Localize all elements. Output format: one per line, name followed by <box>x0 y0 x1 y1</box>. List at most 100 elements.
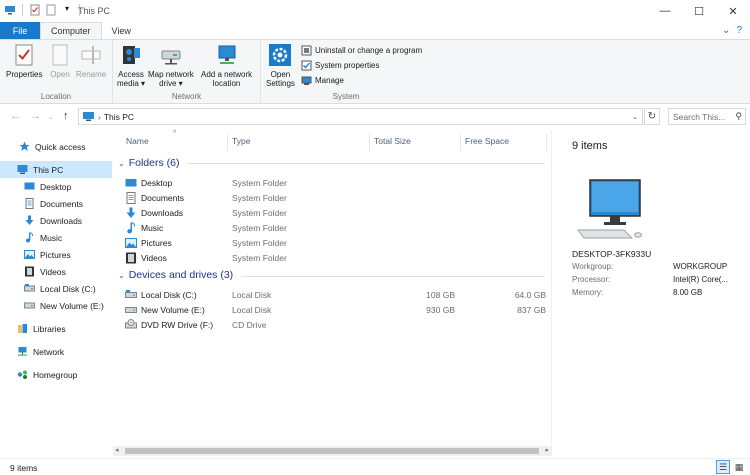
drive-icon <box>125 306 137 313</box>
computer-icon[interactable] <box>4 4 16 16</box>
nav-item-music[interactable]: Music <box>0 229 112 246</box>
chevron-down-icon[interactable]: ⌄ <box>722 25 730 36</box>
properties-button[interactable]: Properties <box>6 43 42 79</box>
nav-item-this-pc[interactable]: This PC <box>0 161 112 178</box>
list-item[interactable]: Documents System Folder <box>125 190 545 205</box>
manage-button[interactable]: Manage <box>301 75 344 86</box>
chevron-down-icon[interactable]: ⌄ <box>628 109 642 124</box>
open-button[interactable]: Open <box>48 43 72 79</box>
list-item[interactable]: Local Disk (C:) Local Disk 108 GB 64.0 G… <box>125 287 546 302</box>
column-divider[interactable] <box>460 134 461 151</box>
item-type: Local Disk <box>232 304 272 315</box>
open-settings-button[interactable]: Open Settings <box>266 43 295 88</box>
nav-item-pictures[interactable]: Pictures <box>0 246 112 263</box>
tab-file[interactable]: File <box>0 22 40 39</box>
nav-item-label: Downloads <box>40 215 83 226</box>
rename-label: Rename <box>76 70 107 79</box>
large-icons-view-icon[interactable]: ▦ <box>732 460 746 474</box>
forward-arrow-icon[interactable]: → <box>30 110 41 122</box>
list-item[interactable]: Desktop System Folder <box>125 175 545 190</box>
nav-item-libraries[interactable]: Libraries <box>0 320 112 337</box>
chevron-down-icon: ⌄ <box>118 158 125 168</box>
nav-item-videos[interactable]: Videos <box>0 263 112 280</box>
open-icon <box>52 44 68 66</box>
nav-item-label: Network <box>33 346 65 357</box>
maximize-button[interactable]: ☐ <box>682 0 716 22</box>
column-divider[interactable] <box>369 134 370 151</box>
minimize-button[interactable]: — <box>648 0 682 22</box>
title-bar: ▾ This PC — ☐ ✕ <box>0 0 750 22</box>
system-properties-button[interactable]: System properties <box>301 60 379 71</box>
refresh-button[interactable]: ↻ <box>644 108 660 125</box>
back-arrow-icon[interactable]: ← <box>10 110 21 122</box>
up-arrow-icon[interactable]: ↑ <box>63 110 69 122</box>
nav-item-label: Documents <box>40 198 83 209</box>
uninstall-program-button[interactable]: Uninstall or change a program <box>301 45 422 56</box>
column-header-name[interactable]: Name <box>126 136 149 146</box>
access-media-button[interactable]: Access media ▾ <box>117 43 145 88</box>
column-header-free-space[interactable]: Free Space <box>465 136 509 146</box>
customize-toolbar-icon[interactable]: ▾ <box>61 4 73 16</box>
help-icon[interactable]: ? <box>736 25 742 36</box>
pictures-icon <box>125 237 137 248</box>
list-item[interactable]: Downloads System Folder <box>125 205 545 220</box>
list-item[interactable]: Videos System Folder <box>125 250 545 265</box>
scroll-left-icon[interactable]: ◂ <box>115 446 119 454</box>
status-bar: 9 items ☰ ▦ <box>0 458 750 475</box>
dvd-drive-icon <box>125 318 137 328</box>
ribbon-group-label: Location <box>40 92 72 101</box>
refresh-icon: ↻ <box>647 111 657 122</box>
quick-access-toolbar: ▾ <box>4 4 82 16</box>
list-item[interactable]: Pictures System Folder <box>125 235 545 250</box>
column-header-type[interactable]: Type <box>232 136 250 146</box>
system-properties-icon <box>301 60 312 71</box>
nav-item-desktop[interactable]: Desktop <box>0 178 112 195</box>
list-item[interactable]: Music System Folder <box>125 220 545 235</box>
address-bar[interactable]: › This PC ⌄ <box>78 108 643 125</box>
nav-item-documents[interactable]: Documents <box>0 195 112 212</box>
rename-button[interactable]: Rename <box>76 43 106 79</box>
manage-icon <box>301 76 312 85</box>
nav-item-downloads[interactable]: Downloads <box>0 212 112 229</box>
column-divider[interactable] <box>546 134 547 151</box>
search-input[interactable]: Search This... ⚲ <box>668 108 746 125</box>
item-type: CD Drive <box>232 319 267 330</box>
horizontal-scrollbar[interactable]: ◂ ▸ <box>113 446 551 456</box>
properties-icon[interactable] <box>29 4 41 16</box>
drive-icon <box>24 284 35 292</box>
ribbon-group-label: System <box>332 92 360 101</box>
nav-item-quick-access[interactable]: Quick access <box>0 138 112 155</box>
column-header-total-size[interactable]: Total Size <box>374 136 411 146</box>
tab-view[interactable]: View <box>102 22 141 39</box>
details-row-memory: Memory: 8.00 GB <box>572 288 702 297</box>
open-settings-label-line2: Settings <box>266 79 295 88</box>
access-media-label-line1: Access <box>118 70 144 79</box>
add-network-location-button[interactable]: Add a network location <box>201 43 252 88</box>
navigation-row: ← → ⌄ ↑ › This PC ⌄ ↻ Search This... ⚲ <box>0 107 750 127</box>
breadcrumb[interactable]: This PC <box>104 112 134 122</box>
close-button[interactable]: ✕ <box>716 0 750 22</box>
uninstall-icon <box>301 45 312 56</box>
group-header-devices-and-drives[interactable]: ⌄ Devices and drives (3) <box>118 269 233 281</box>
nav-item-homegroup[interactable]: Homegroup <box>0 366 112 383</box>
sort-caret-icon: ^ <box>173 130 177 137</box>
tab-computer[interactable]: Computer <box>40 22 102 39</box>
scrollbar-thumb[interactable] <box>125 448 539 454</box>
recent-locations-icon[interactable]: ⌄ <box>48 113 54 121</box>
map-network-drive-button[interactable]: Map network drive ▾ <box>148 43 194 88</box>
list-item[interactable]: DVD RW Drive (F:) CD Drive <box>125 317 545 332</box>
breadcrumb-separator[interactable]: › <box>98 112 101 122</box>
details-value: 8.00 GB <box>673 288 703 297</box>
nav-item-network[interactable]: Network <box>0 343 112 360</box>
item-type: Local Disk <box>232 289 272 300</box>
nav-item-local-disk-c[interactable]: Local Disk (C:) <box>0 280 112 297</box>
nav-item-label: Videos <box>40 266 66 277</box>
list-item[interactable]: New Volume (E:) Local Disk 930 GB 837 GB <box>125 302 546 317</box>
details-view-icon[interactable]: ☰ <box>716 460 730 474</box>
new-folder-icon[interactable] <box>45 4 57 16</box>
nav-item-new-volume-e[interactable]: New Volume (E:) <box>0 297 112 314</box>
properties-icon <box>15 44 33 66</box>
group-header-folders[interactable]: ⌄ Folders (6) <box>118 157 179 169</box>
scroll-right-icon[interactable]: ▸ <box>545 446 549 454</box>
column-divider[interactable] <box>227 134 228 151</box>
